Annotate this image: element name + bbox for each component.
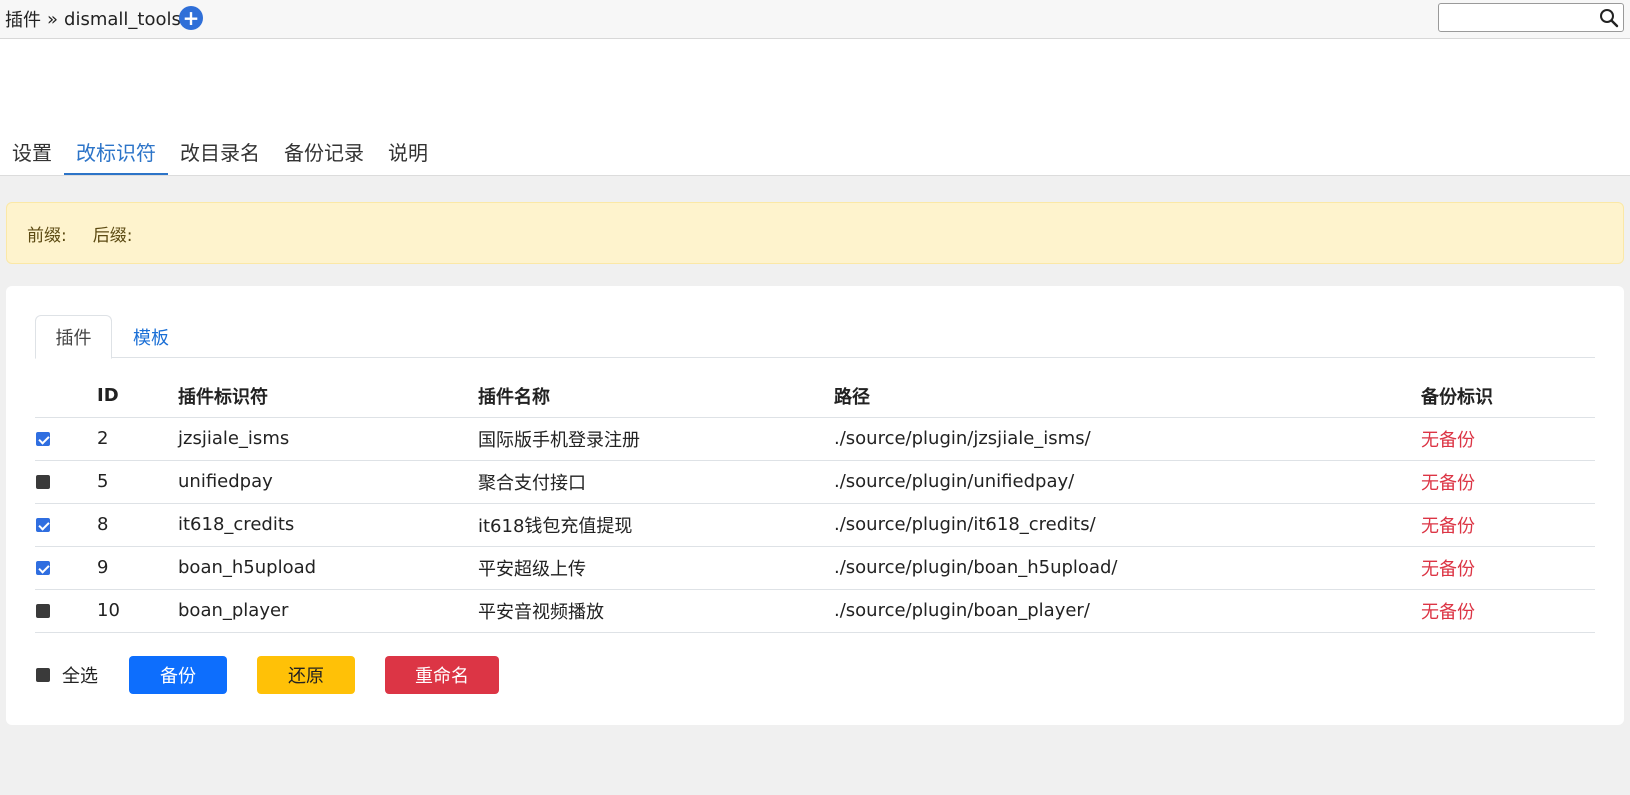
select-all-label: 全选 [62, 666, 98, 687]
tab-help[interactable]: 说明 [376, 127, 440, 175]
cell-name: 聚合支付接口 [478, 460, 834, 504]
cell-id: 2 [97, 417, 178, 461]
breadcrumb-separator: » [47, 8, 59, 30]
cell-backup-status: 无备份 [1421, 417, 1595, 461]
cell-name: 国际版手机登录注册 [478, 417, 834, 461]
cell-backup-status: 无备份 [1421, 546, 1595, 590]
backup-button[interactable]: 备份 [129, 656, 227, 694]
table-row: 8 it618_credits it618钱包充值提现 ./source/plu… [35, 503, 1595, 547]
tab-templates[interactable]: 模板 [112, 315, 190, 358]
row-checkbox[interactable] [36, 475, 50, 489]
tab-change-identifier[interactable]: 改标识符 [64, 127, 168, 175]
sub-tabs: 插件 模板 [35, 315, 1595, 359]
cell-backup-status: 无备份 [1421, 460, 1595, 504]
header-backup: 备份标识 [1421, 375, 1595, 418]
tab-backup-records[interactable]: 备份记录 [272, 127, 376, 175]
cell-identifier: it618_credits [178, 503, 478, 547]
cell-name: it618钱包充值提现 [478, 503, 834, 547]
cell-path: ./source/plugin/boan_player/ [834, 589, 1421, 633]
plugin-table: ID 插件标识符 插件名称 路径 备份标识 2 jzsjiale_isms 国际… [35, 375, 1595, 633]
cell-path: ./source/plugin/it618_credits/ [834, 503, 1421, 547]
cell-backup-status: 无备份 [1421, 589, 1595, 633]
plus-circle-icon[interactable]: + [179, 6, 203, 30]
cell-path: ./source/plugin/unifiedpay/ [834, 460, 1421, 504]
row-checkbox[interactable] [36, 518, 50, 532]
select-all-checkbox[interactable] [36, 668, 50, 682]
top-bar: 插件 » dismall_tools + [0, 0, 1630, 39]
suffix-label: 后缀: [92, 225, 133, 246]
cell-id: 8 [97, 503, 178, 547]
breadcrumb: 插件 » dismall_tools [5, 6, 181, 32]
header-id: ID [97, 375, 178, 418]
table-row: 2 jzsjiale_isms 国际版手机登录注册 ./source/plugi… [35, 417, 1595, 461]
plugin-card: 插件 模板 ID 插件标识符 插件名称 路径 备份标识 2 jzsjiale_i… [6, 286, 1624, 725]
cell-identifier: unifiedpay [178, 460, 478, 504]
search-icon[interactable] [1599, 8, 1619, 28]
cell-id: 10 [97, 589, 178, 633]
restore-button[interactable]: 还原 [257, 656, 355, 694]
cell-path: ./source/plugin/boan_h5upload/ [834, 546, 1421, 590]
header-identifier: 插件标识符 [178, 375, 478, 418]
search-box [1438, 3, 1624, 32]
cell-identifier: boan_h5upload [178, 546, 478, 590]
table-row: 9 boan_h5upload 平安超级上传 ./source/plugin/b… [35, 546, 1595, 590]
cell-identifier: jzsjiale_isms [178, 417, 478, 461]
tab-plugins[interactable]: 插件 [35, 315, 112, 359]
prefix-label: 前缀: [27, 225, 67, 246]
tab-settings[interactable]: 设置 [0, 127, 64, 175]
cell-id: 5 [97, 460, 178, 504]
rename-button[interactable]: 重命名 [385, 656, 499, 694]
cell-id: 9 [97, 546, 178, 590]
row-checkbox[interactable] [36, 432, 50, 446]
prefix-suffix-notice: 前缀: 后缀: [6, 202, 1624, 264]
cell-name: 平安超级上传 [478, 546, 834, 590]
cell-path: ./source/plugin/jzsjiale_isms/ [834, 417, 1421, 461]
header-select [35, 375, 97, 418]
tab-rename-directory[interactable]: 改目录名 [168, 127, 272, 175]
action-footer: 全选 备份 还原 重命名 [35, 656, 499, 694]
table-header-row: ID 插件标识符 插件名称 路径 备份标识 [35, 375, 1595, 418]
cell-identifier: boan_player [178, 589, 478, 633]
main-tabs: 设置 改标识符 改目录名 备份记录 说明 [0, 127, 440, 175]
row-checkbox[interactable] [36, 604, 50, 618]
header-name: 插件名称 [478, 375, 834, 418]
cell-backup-status: 无备份 [1421, 503, 1595, 547]
cell-name: 平安音视频播放 [478, 589, 834, 633]
select-all[interactable]: 全选 [35, 662, 98, 688]
breadcrumb-current: dismall_tools [64, 8, 181, 30]
breadcrumb-root[interactable]: 插件 [5, 6, 41, 32]
header-path: 路径 [834, 375, 1421, 418]
table-row: 10 boan_player 平安音视频播放 ./source/plugin/b… [35, 589, 1595, 633]
header-area: 设置 改标识符 改目录名 备份记录 说明 [0, 39, 1630, 176]
search-input[interactable] [1439, 4, 1589, 31]
row-checkbox[interactable] [36, 561, 50, 575]
table-row: 5 unifiedpay 聚合支付接口 ./source/plugin/unif… [35, 460, 1595, 504]
